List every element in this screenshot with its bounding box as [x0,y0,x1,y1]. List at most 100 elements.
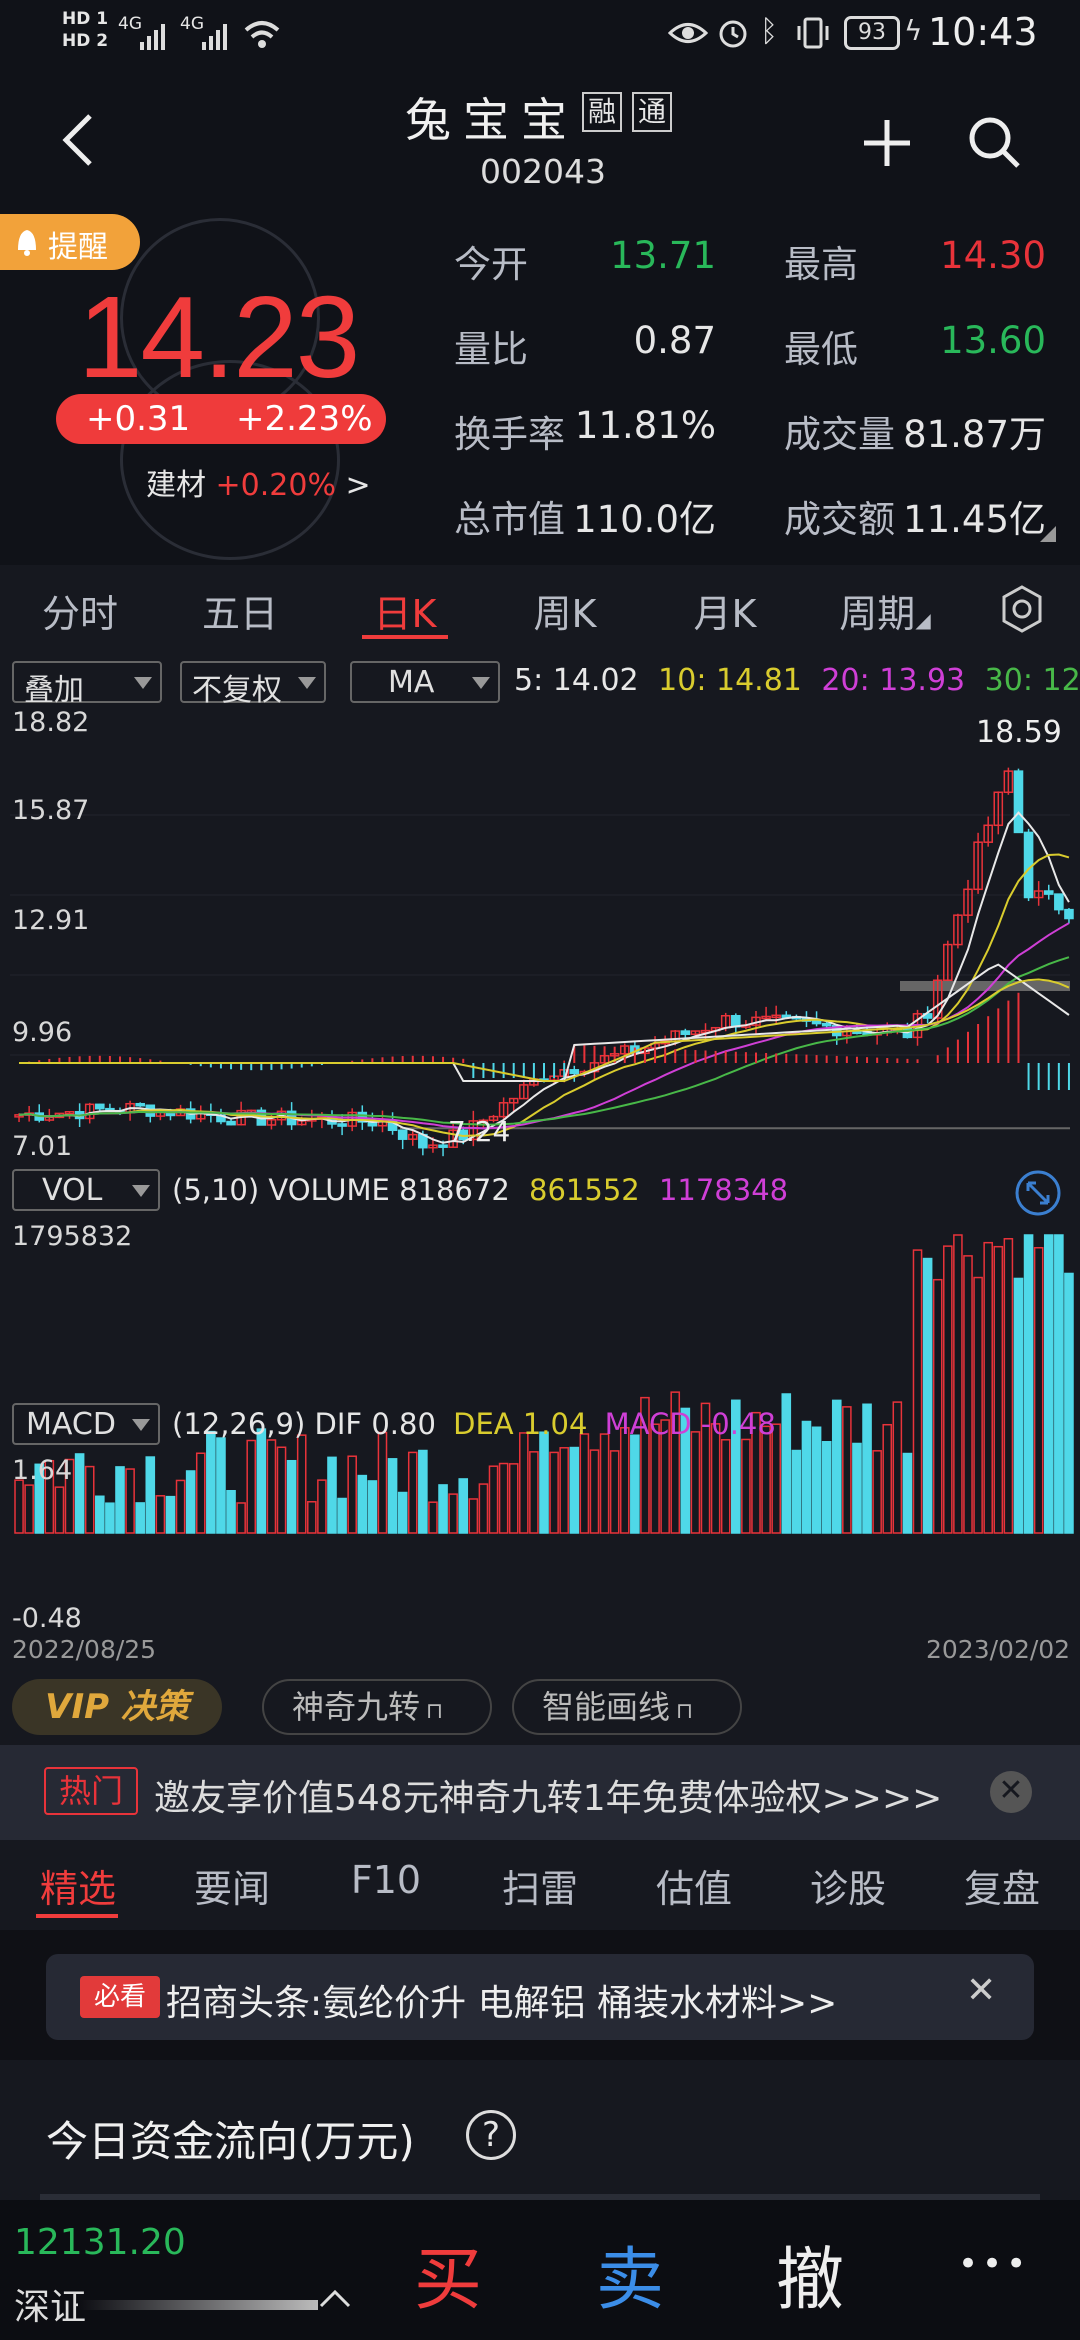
macd-values: (12,26,9) DIF 0.80 DEA 1.04 MACD -0.48 [172,1407,776,1441]
sector-row[interactable]: 建材 +0.20% > [146,460,371,504]
index-value: 12131.20 [14,2222,186,2263]
price-tick: 12.91 [12,905,90,936]
volume-bar [1054,1234,1064,1534]
volume-bar [801,1420,812,1534]
volume-bar [24,1484,34,1534]
ma5-value: 5: 14.02 [514,663,639,698]
price-tick: 7.01 [12,1131,73,1162]
adjust-select[interactable]: 不复权 [180,661,326,708]
nine-turn-button[interactable]: 神奇九转 ⊓ [262,1679,492,1735]
tab-period[interactable]: 周期◢ [825,583,945,638]
bottom-trade-bar: 12131.20 深证 买 卖 撤 ••• [0,2200,1080,2340]
volume-bar [226,1489,236,1534]
start-date: 2022/08/25 [12,1635,157,1664]
tools-row: VIP 决策 神奇九转 ⊓ 智能画线 ⊓ [0,1675,1080,1745]
close-icon[interactable]: ✕ [966,1970,996,2011]
volume-bar [266,1439,277,1534]
indicator-select[interactable]: MA [350,661,500,703]
kline-chart: 叠加 不复权 MA 5: 14.02 10: 14.81 20: 13.93 3… [0,655,1080,1675]
tab-diagnosis[interactable]: 诊股 [788,1858,908,1913]
volume-bar [821,1440,832,1534]
volume-bar [397,1491,408,1534]
chevron-down-icon [472,677,490,689]
fullscreen-icon[interactable] [1014,1169,1062,1221]
chevron-down-icon [132,1185,150,1197]
promo-banner[interactable]: 热门 邀友享价值548元神奇九转1年免费体验权>>>> ✕ [0,1745,1080,1840]
volume-bar [761,1425,771,1534]
tab-intraday[interactable]: 分时 [20,583,140,638]
volume-bar [519,1432,529,1534]
more-button[interactable]: ••• [958,2244,1030,2284]
volume-bar [347,1455,357,1534]
volume-bar [892,1401,903,1534]
settings-icon[interactable] [1000,585,1044,642]
volume-bar [781,1393,792,1534]
quote-field-value: 110.0亿 [573,498,716,541]
tab-monthly-k[interactable]: 月K [665,583,785,638]
percent-change: +2.23% [236,399,373,439]
feature-tabs: 精选 要闻 F10 扫雷 估值 诊股 复盘 [0,1840,1080,1930]
volume-bar [418,1449,428,1534]
volume-bar [720,1439,731,1534]
chevron-up-icon[interactable] [318,2286,352,2314]
volume-bar [549,1451,559,1534]
bluetooth-icon: ᛒ [760,14,778,49]
volume-bar [741,1438,751,1534]
alert-button[interactable]: 提醒 [0,214,140,270]
volume-bar [448,1493,458,1534]
charging-icon: ϟ [904,14,923,47]
overlay-select[interactable]: 叠加 [12,661,162,708]
tab-weekly-k[interactable]: 周K [505,583,625,638]
volume-current: 818672 [399,1173,510,1207]
candle-body [226,1120,236,1126]
back-button[interactable] [60,112,100,172]
news-card[interactable]: 必看 招商头条:氨纶价升 电解铝 桶装水材料>> ✕ [46,1954,1034,2040]
volume-bar [478,1483,489,1534]
macd-select[interactable]: MACD [12,1403,160,1445]
volume-ma10: 1178348 [658,1173,789,1207]
volume-bar [579,1433,590,1534]
tab-valuation[interactable]: 估值 [634,1858,754,1913]
sell-button[interactable]: 卖 [596,2224,664,2323]
news-headline: 招商头条:氨纶价升 电解铝 桶装水材料>> [166,1983,838,2024]
cancel-order-button[interactable]: 撤 [776,2224,844,2323]
volume-bar [589,1449,600,1534]
signal-icon [140,20,170,58]
volume-bar [1033,1247,1044,1534]
fund-flow-section: 今日资金流向(万元) ? [0,2060,1080,2200]
sector-change: +0.20% [215,468,336,503]
help-icon[interactable]: ? [466,2110,516,2160]
volume-select[interactable]: VOL [12,1169,160,1211]
quote-field-value: 13.60 [940,319,1046,362]
search-button[interactable] [966,114,1022,174]
close-icon[interactable]: ✕ [990,1771,1032,1813]
ma-values: 5: 14.02 10: 14.81 20: 13.93 30: 12.90 [514,663,1080,698]
status-bar: HD 1 HD 2 4G 4G ᛒ 93 ϟ 10:43 [0,0,1080,70]
volume-bar [428,1501,438,1534]
low-price-label: 7.24 [448,1115,511,1148]
ma20-value: 20: 13.93 [821,663,966,698]
tab-news[interactable]: 要闻 [172,1858,292,1913]
tab-featured[interactable]: 精选 [18,1858,138,1913]
index-name[interactable]: 深证 [14,2278,86,2330]
vip-decision-button[interactable]: VIP 决策 [12,1679,222,1735]
add-button[interactable] [860,116,914,174]
candle-body [397,1129,408,1140]
volume-bar [185,1470,196,1534]
stock-header: 兔宝宝 融 通 002043 [0,70,1080,210]
volume-bar [539,1431,549,1534]
tab-review[interactable]: 复盘 [942,1858,1062,1913]
margin-badge: 融 [582,92,622,132]
tab-five-day[interactable]: 五日 [180,583,300,638]
quote-panel: 提醒 14.23 +0.31 +2.23% 建材 +0.20% > 今开 13.7… [0,210,1080,565]
volume-bar [1043,1234,1054,1534]
buy-button[interactable]: 买 [414,2224,482,2323]
quote-field-value: 11.81% [574,404,716,447]
tab-daily-k[interactable]: 日K [345,583,465,638]
tab-risk-scan[interactable]: 扫雷 [480,1858,600,1913]
smart-draw-button[interactable]: 智能画线 ⊓ [512,1679,742,1735]
volume-bar [135,1502,145,1534]
alarm-icon [716,16,750,58]
tab-f10[interactable]: F10 [326,1858,446,1902]
expand-corner-icon[interactable] [1040,526,1056,546]
